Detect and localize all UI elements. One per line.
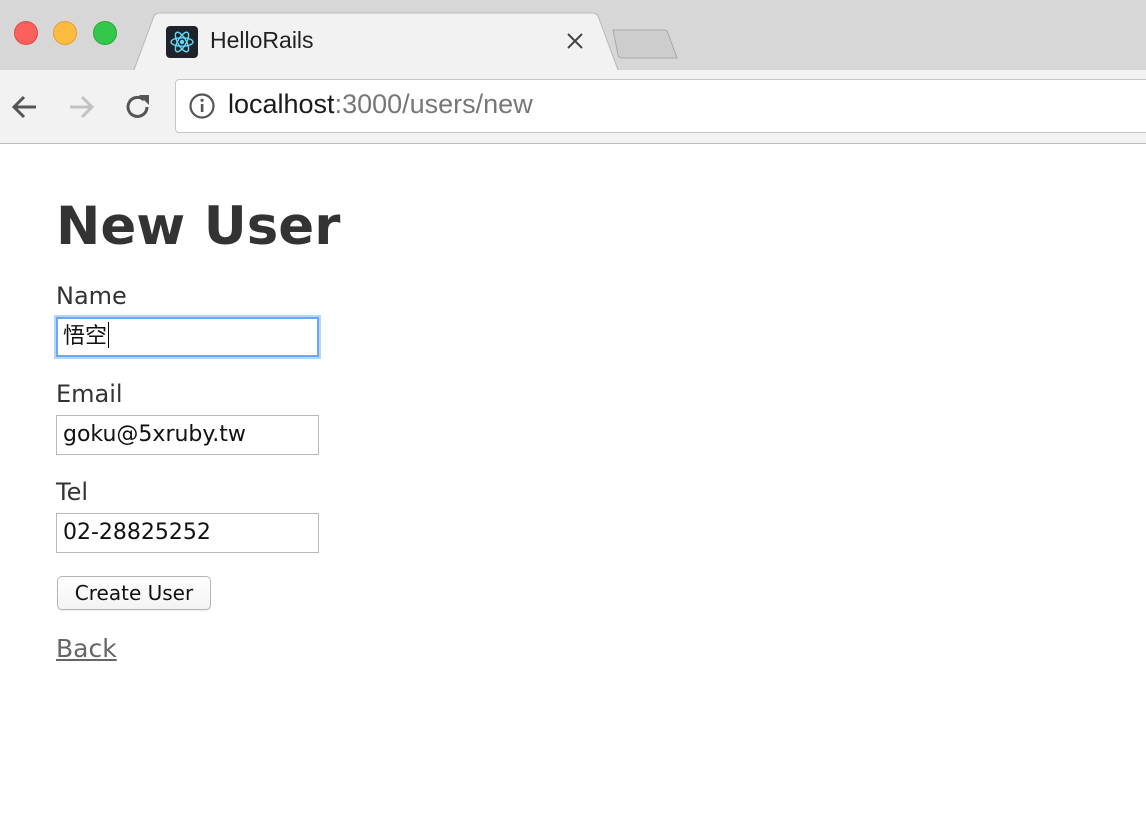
- back-link[interactable]: Back: [56, 634, 117, 663]
- page-content: New User Name 悟空 Email goku@5xruby.tw Te…: [0, 144, 1146, 822]
- close-tab-icon[interactable]: [564, 30, 586, 52]
- url-text[interactable]: localhost:3000/users/new: [228, 89, 533, 120]
- close-window-button[interactable]: [14, 21, 38, 45]
- back-arrow-icon[interactable]: [8, 90, 42, 124]
- browser-toolbar: localhost:3000/users/new: [0, 70, 1146, 144]
- maximize-window-button[interactable]: [93, 21, 117, 45]
- browser-tab[interactable]: HelloRails: [134, 12, 618, 70]
- react-atom-icon: [166, 26, 198, 58]
- name-label: Name: [56, 282, 127, 310]
- email-label: Email: [56, 380, 123, 408]
- reload-icon[interactable]: [121, 90, 155, 124]
- url-path: :3000/users/new: [334, 89, 533, 119]
- email-input[interactable]: goku@5xruby.tw: [56, 415, 319, 455]
- url-host: localhost: [228, 89, 335, 119]
- tab-bar: HelloRails: [0, 0, 1146, 70]
- tab-title: HelloRails: [210, 27, 314, 53]
- tel-input[interactable]: 02-28825252: [56, 513, 319, 553]
- name-value: 悟空: [63, 324, 108, 349]
- tel-label: Tel: [56, 478, 89, 506]
- create-user-button[interactable]: Create User: [57, 576, 211, 610]
- address-bar[interactable]: localhost:3000/users/new: [175, 79, 1146, 133]
- page-title: New User: [56, 196, 341, 257]
- new-tab-button[interactable]: [610, 26, 680, 62]
- minimize-window-button[interactable]: [53, 21, 77, 45]
- name-input[interactable]: 悟空: [56, 317, 319, 357]
- tel-value: 02-28825252: [63, 520, 211, 545]
- info-icon[interactable]: [188, 92, 216, 120]
- text-caret: [108, 322, 110, 348]
- email-value: goku@5xruby.tw: [63, 422, 246, 447]
- forward-arrow-icon[interactable]: [64, 90, 98, 124]
